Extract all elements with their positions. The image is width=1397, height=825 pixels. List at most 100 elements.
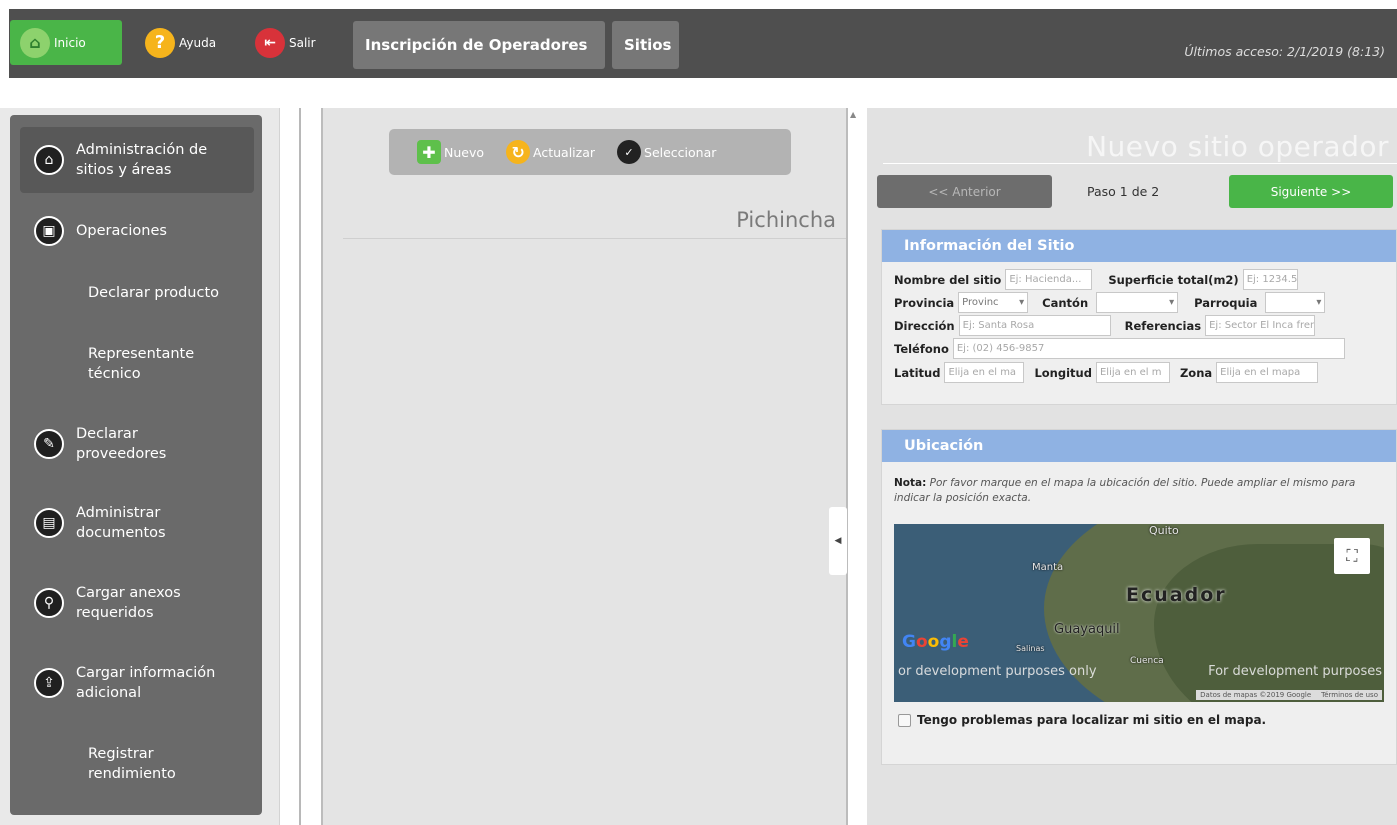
- new-label: Nuevo: [444, 144, 485, 160]
- step-indicator: Paso 1 de 2: [1087, 184, 1160, 199]
- map-city-label: Quito: [1149, 524, 1179, 537]
- sidebar-item-label: Cargar anexos requeridos: [76, 585, 181, 621]
- documents-icon: ▤: [34, 508, 64, 538]
- sidebar-item-label: Administración de sitios y áreas: [76, 142, 208, 178]
- site-info-header: Información del Sitio: [882, 230, 1396, 262]
- previous-button[interactable]: << Anterior: [877, 175, 1052, 208]
- map-problem-checkbox[interactable]: [898, 713, 911, 727]
- sidebar-item-declare-product[interactable]: Declarar producto: [10, 278, 262, 308]
- operations-icon: ▣: [34, 216, 64, 246]
- sidebar-item-manage-documents[interactable]: ▤ Administrar documentos: [10, 500, 262, 546]
- sidebar-item-label: Cargar información adicional: [76, 665, 216, 701]
- longitude-input[interactable]: Elija en el m: [1095, 362, 1170, 383]
- sidebar-item-label: Declarar proveedores: [76, 426, 167, 462]
- exit-button[interactable]: ⇤ Salir: [245, 20, 326, 65]
- parish-select[interactable]: ▾: [1265, 292, 1326, 313]
- row-name-area: Nombre del sitio Ej: Hacienda... Superfi…: [894, 269, 1298, 290]
- address-input[interactable]: Ej: Santa Rosa: [958, 315, 1111, 336]
- latitude-label: Latitud: [894, 365, 941, 380]
- exit-label: Salir: [289, 35, 316, 50]
- map-problem-label: Tengo problemas para localizar mi sitio …: [917, 713, 1267, 727]
- sidebar-item-upload-additional-info[interactable]: ⇪ Cargar información adicional: [10, 660, 262, 706]
- site-name-input[interactable]: Ej: Hacienda...: [1005, 269, 1093, 290]
- sidebar-item-label: Administrar documentos: [76, 505, 166, 541]
- map-city-label: Salinas: [1016, 644, 1045, 653]
- row-phone: Teléfono Ej: (02) 456-9857: [894, 338, 1345, 359]
- map-terms-link[interactable]: Términos de uso: [1321, 691, 1378, 699]
- map-problem-checkbox-row[interactable]: Tengo problemas para localizar mi sitio …: [898, 713, 1266, 727]
- dev-watermark: For development purposes: [1208, 664, 1382, 679]
- sidebar-item-technical-representative[interactable]: Representante técnico: [10, 341, 262, 387]
- title-divider: [883, 163, 1397, 164]
- help-button[interactable]: ? Ayuda: [135, 20, 226, 65]
- chevron-down-icon: ▾: [1169, 297, 1175, 308]
- latitude-input[interactable]: Elija en el ma: [944, 362, 1025, 383]
- refresh-icon: ↻: [506, 140, 531, 164]
- canton-select[interactable]: ▾: [1096, 292, 1179, 313]
- help-icon: ?: [145, 27, 175, 58]
- home-icon: ⌂: [20, 27, 50, 58]
- row-address: Dirección Ej: Santa Rosa Referencias Ej:…: [894, 315, 1316, 336]
- chevron-down-icon: ▾: [1019, 297, 1025, 308]
- new-button[interactable]: ✚ Nuevo: [417, 140, 484, 164]
- home-label: Inicio: [54, 35, 86, 50]
- site-name-label: Nombre del sitio: [894, 272, 1002, 287]
- location-header: Ubicación: [882, 430, 1396, 462]
- map-data-credit: Datos de mapas ©2019 Google: [1200, 691, 1312, 699]
- fullscreen-icon[interactable]: ⛶: [1334, 538, 1370, 574]
- select-label: Seleccionar: [644, 144, 717, 160]
- province-label: Provincia: [894, 295, 955, 310]
- sidebar-item-sites-areas[interactable]: ⌂ Administración de sitios y áreas: [20, 127, 254, 193]
- note-label: Nota:: [894, 477, 927, 489]
- map-country-label: Ecuador: [1126, 584, 1227, 606]
- exit-icon: ⇤: [255, 27, 285, 58]
- sidebar-item-upload-attachments[interactable]: ⚲ Cargar anexos requeridos: [10, 580, 262, 626]
- scroll-up-icon[interactable]: ▲: [850, 110, 856, 119]
- sidebar-item-declare-suppliers[interactable]: ✎ Declarar proveedores: [10, 421, 262, 467]
- province-title: Pichincha: [736, 208, 836, 232]
- attachments-icon: ⚲: [34, 588, 64, 618]
- last-access-text: Últimos acceso: 2/1/2019 (8:13): [1184, 44, 1385, 59]
- area-input[interactable]: Ej: 1234.56: [1242, 269, 1298, 290]
- update-label: Actualizar: [533, 144, 596, 160]
- sidebar-item-register-yield[interactable]: Registrar rendimiento: [10, 741, 262, 787]
- province-select[interactable]: Provinc ▾: [958, 292, 1029, 313]
- tab-sites[interactable]: Sitios: [612, 21, 679, 69]
- suppliers-icon: ✎: [34, 429, 64, 459]
- sidebar-panel: ⌂ Administración de sitios y áreas ▣ Ope…: [0, 108, 280, 825]
- references-label: Referencias: [1124, 318, 1202, 333]
- area-label: Superficie total(m2): [1108, 272, 1239, 287]
- phone-label: Teléfono: [894, 341, 949, 356]
- next-button[interactable]: Siguiente >>: [1229, 175, 1393, 208]
- canton-label: Cantón: [1042, 295, 1089, 310]
- sidebar-item-label: Declarar producto: [88, 285, 220, 301]
- zone-label: Zona: [1179, 365, 1213, 380]
- sidebar-item-label: Operaciones: [76, 223, 167, 239]
- sidebar-item-operations[interactable]: ▣ Operaciones: [10, 211, 262, 251]
- location-map[interactable]: Quito Manta Ecuador Guayaquil Cuenca Sal…: [894, 524, 1384, 702]
- dev-watermark: or development purposes only: [898, 664, 1097, 679]
- sidebar-item-label: Representante técnico: [88, 346, 195, 382]
- tab-operator-registration[interactable]: Inscripción de Operadores: [353, 21, 605, 69]
- title-divider: [343, 238, 846, 239]
- map-footer: Datos de mapas ©2019 Google Términos de …: [1196, 690, 1382, 700]
- references-input[interactable]: Ej: Sector El Inca fren: [1205, 315, 1316, 336]
- update-button[interactable]: ↻ Actualizar: [506, 140, 595, 164]
- location-card: Ubicación Nota: Por favor marque en el m…: [881, 429, 1397, 765]
- phone-input[interactable]: Ej: (02) 456-9857: [952, 338, 1345, 359]
- address-label: Dirección: [894, 318, 955, 333]
- home-button[interactable]: ⌂ Inicio: [10, 20, 122, 65]
- plus-icon: ✚: [417, 140, 441, 164]
- select-icon: ✓: [617, 140, 642, 164]
- new-site-panel: Nuevo sitio operador << Anterior Paso 1 …: [867, 108, 1397, 825]
- zone-input[interactable]: Elija en el mapa: [1216, 362, 1319, 383]
- panel-divider: [299, 108, 301, 825]
- note-text: Por favor marque en el mapa la ubicación…: [894, 477, 1356, 504]
- row-location-selects: Provincia Provinc ▾ Cantón ▾ Parroquia ▾: [894, 292, 1326, 313]
- map-city-label: Cuenca: [1130, 656, 1164, 666]
- site-info-card: Información del Sitio Nombre del sitio E…: [881, 229, 1397, 405]
- collapse-panel-button[interactable]: ◀: [829, 507, 847, 575]
- select-button[interactable]: ✓ Seleccionar: [617, 140, 716, 164]
- google-logo: Google: [902, 632, 969, 652]
- parish-label: Parroquia: [1194, 295, 1258, 310]
